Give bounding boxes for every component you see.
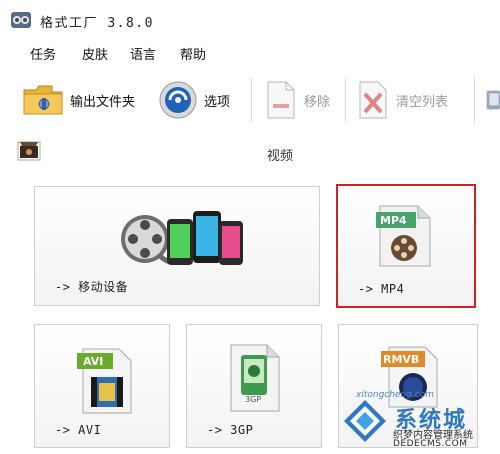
tile-avi-label: -> AVI [55,423,102,437]
options-label: 选项 [204,94,231,110]
clear-list-label: 清空列表 [396,94,449,110]
options-gear-icon [159,81,197,119]
menu-skin[interactable]: 皮肤 [82,44,108,63]
tile-mobile-device[interactable]: -> 移动设备 [34,186,320,306]
tile-3gp-label: -> 3GP [207,423,254,437]
tile-mp4[interactable]: MP4 -> MP4 [336,184,476,308]
watermark-logo-icon [344,400,386,442]
app-icon [11,12,31,28]
options-button[interactable]: 选项 [158,76,230,124]
toolbar-separator [345,78,346,122]
window-title: 格式工厂 3.8.0 [40,16,154,31]
tile-mobile-device-label: -> 移动设备 [55,280,129,294]
output-folder-label: 输出文件夹 [70,94,136,110]
toolbar: 输出文件夹 选项 移除 清空列表 [0,70,500,130]
tile-avi[interactable]: AVI -> AVI [34,324,170,448]
output-folder-button[interactable]: 输出文件夹 [22,76,135,124]
watermark-domain: DEDECMS.COM [393,439,468,449]
avi-badge-text: AVI [83,355,104,368]
clear-list-icon [359,81,387,119]
clear-list-button[interactable]: 清空列表 [356,76,448,124]
mp4-badge-text: MP4 [380,214,407,227]
menu-bar: 任务 皮肤 语言 帮助 [0,44,500,66]
video-category-label: 视频 [266,149,293,164]
title-bar: 格式工厂 3.8.0 [0,0,500,38]
mp4-file-icon [376,205,431,267]
remove-label: 移除 [304,94,331,110]
menu-help[interactable]: 帮助 [180,44,206,63]
toolbar-separator [251,78,252,122]
toolbar-separator [474,78,475,122]
menu-task[interactable]: 任务 [30,44,56,63]
more-tools-icon [486,90,500,110]
remove-document-icon [267,81,295,119]
watermark-url: xitongcheng.com [356,390,434,400]
remove-button[interactable]: 移除 [264,76,330,124]
tile-3gp[interactable]: 3GP -> 3GP [186,324,322,448]
folder-icon [23,85,63,115]
menu-language[interactable]: 语言 [130,44,156,63]
watermark: xitongcheng.com 系统城 织梦内容管理系统 DEDECMS.COM [338,388,500,454]
mobile-device-icon [121,211,243,265]
tile-mp4-label: -> MP4 [358,282,405,296]
3gp-badge-text: 3GP [245,395,262,404]
more-toolbar-button[interactable] [484,76,500,124]
rmvb-badge-text: RMVB [383,353,420,366]
